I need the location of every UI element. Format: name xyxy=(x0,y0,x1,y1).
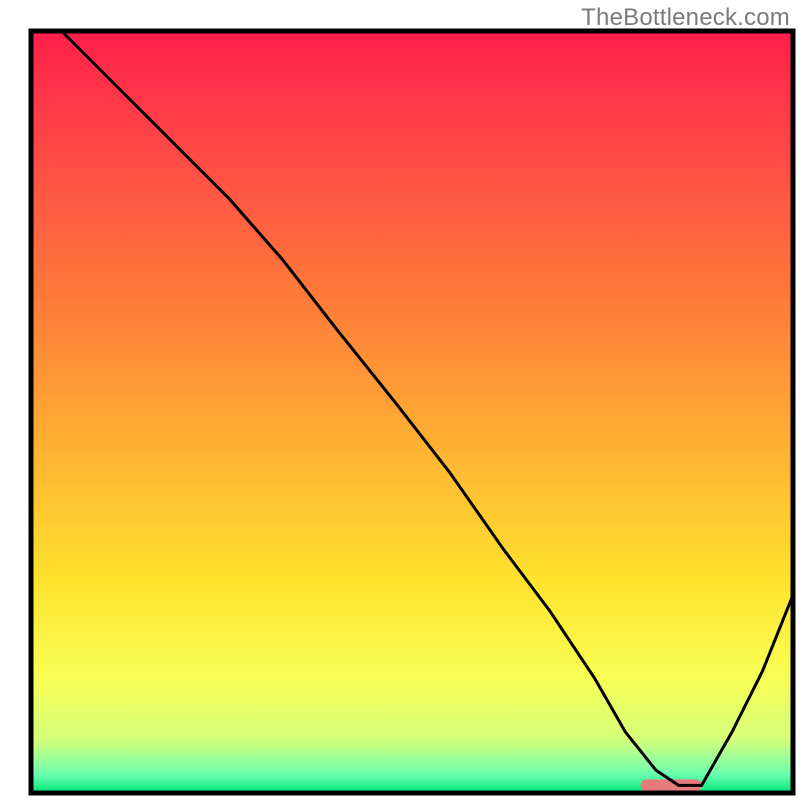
bottleneck-chart xyxy=(0,0,800,800)
chart-frame: TheBottleneck.com xyxy=(0,0,800,800)
plot-background xyxy=(31,31,793,793)
